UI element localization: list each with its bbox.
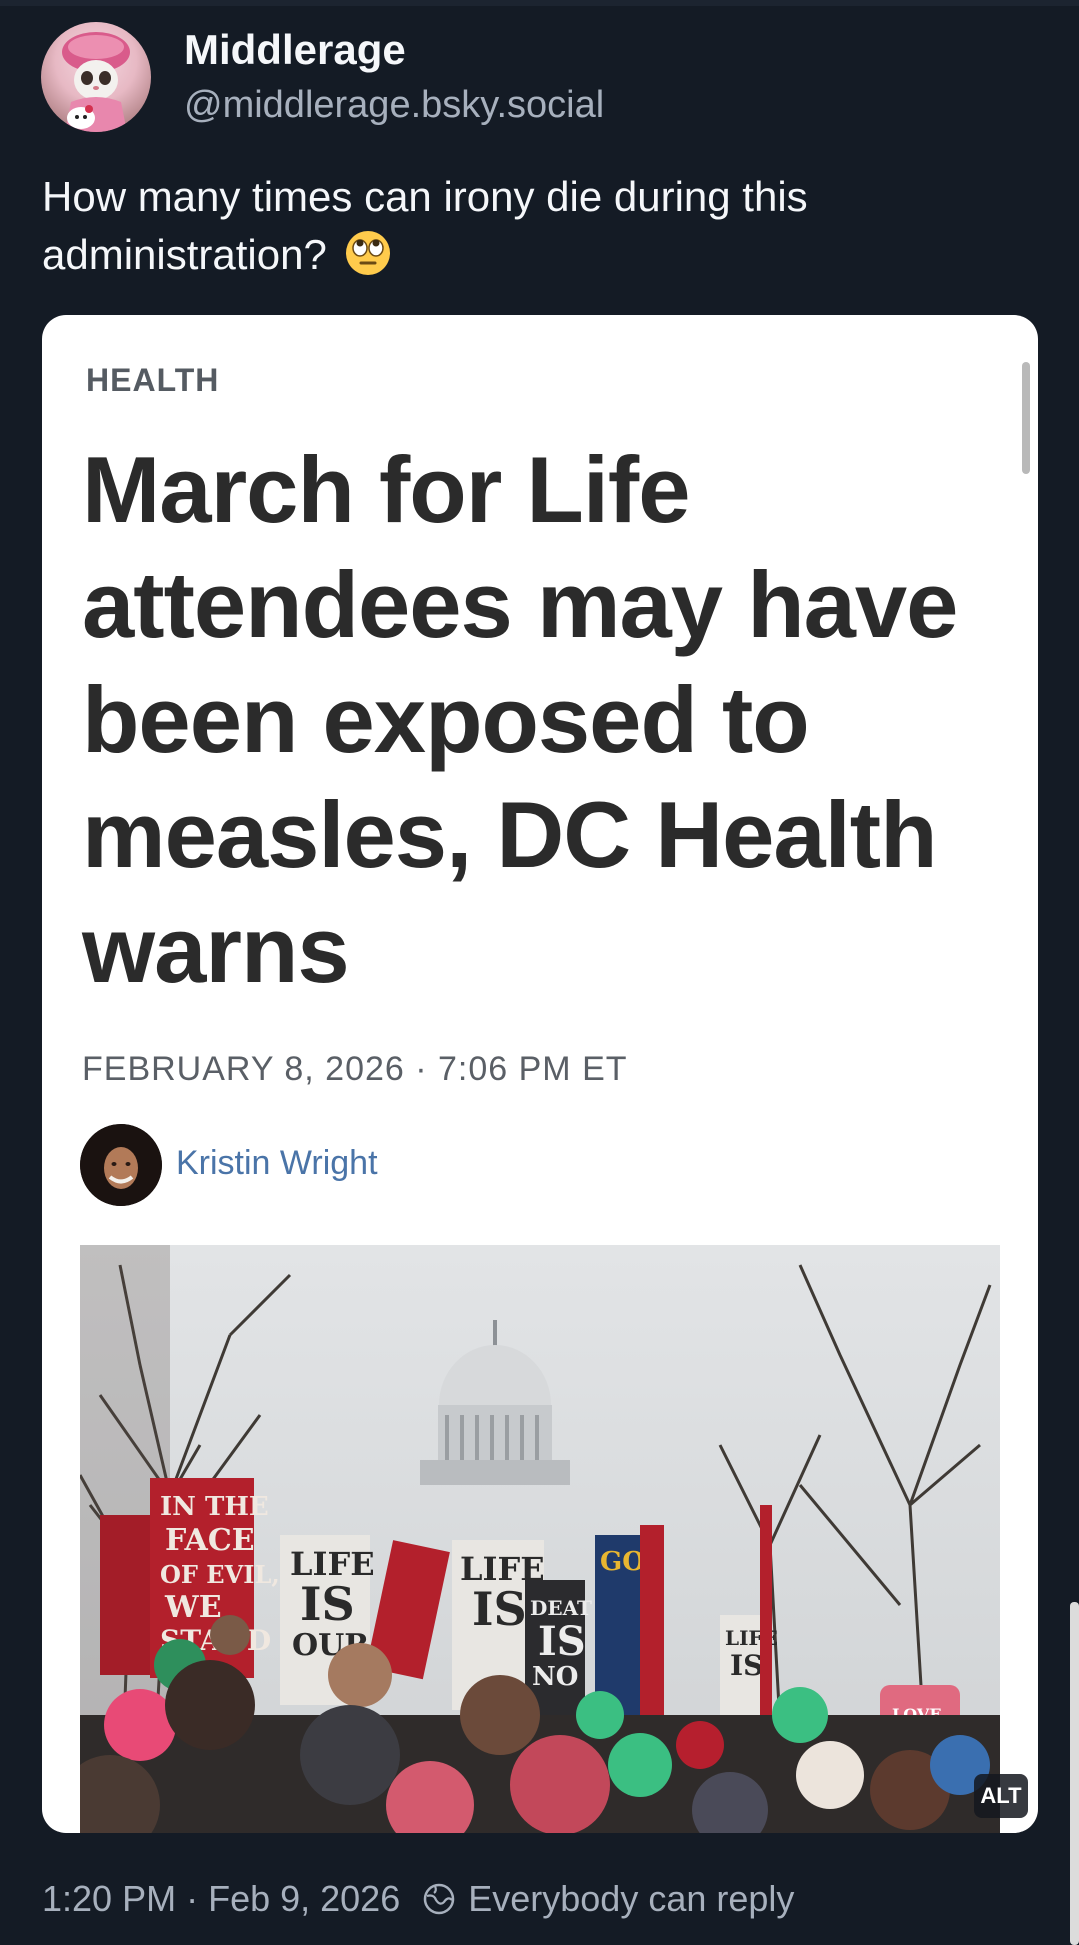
svg-text:FACE: FACE	[165, 1523, 255, 1558]
eye-roll-emoji-icon	[346, 231, 391, 275]
cat-avatar-illustration	[62, 32, 130, 132]
svg-text:WE: WE	[164, 1590, 222, 1625]
post-text: How many times can irony die during this…	[42, 168, 1032, 284]
article-kicker: HEALTH	[86, 362, 220, 398]
article-headline: March for Life attendees may have been e…	[82, 437, 958, 1002]
author-name-link[interactable]: Kristin Wright	[176, 1144, 378, 1183]
footer-separator: ·	[186, 1878, 199, 1919]
svg-text:NO: NO	[532, 1662, 578, 1692]
reply-setting[interactable]: Everybody can reply	[468, 1878, 794, 1920]
top-divider	[0, 0, 1079, 6]
march-crowd-photo: IN THE FACE OF EVIL, WE STAND LIFE IS OU…	[80, 1245, 1000, 1833]
svg-text:IN THE: IN THE	[160, 1492, 269, 1522]
author-portrait	[80, 1124, 162, 1206]
alt-text-button[interactable]: ALT	[974, 1774, 1028, 1818]
author-avatar	[80, 1124, 162, 1206]
post-time: 1:20 PM	[42, 1878, 177, 1919]
post-date: Feb 9, 2026	[208, 1878, 401, 1919]
article-dateline: FEBRUARY 8, 2026 · 7:06 PM ET	[82, 1050, 628, 1088]
svg-text:IS: IS	[472, 1582, 527, 1636]
svg-text:IS: IS	[538, 1618, 586, 1665]
avatar[interactable]	[41, 22, 151, 132]
display-name[interactable]: Middlerage	[184, 26, 406, 74]
svg-text:OF EVIL,: OF EVIL,	[160, 1560, 280, 1589]
svg-text:DEAT: DEAT	[530, 1596, 592, 1620]
card-scrollbar[interactable]	[1022, 362, 1030, 474]
globe-icon	[423, 1883, 455, 1915]
svg-text:IS: IS	[300, 1577, 355, 1631]
svg-text:IS: IS	[730, 1649, 763, 1682]
post-footer: 1:20 PM · Feb 9, 2026 Everybody can repl…	[42, 1878, 794, 1920]
article-photo[interactable]: IN THE FACE OF EVIL, WE STAND LIFE IS OU…	[80, 1245, 1000, 1833]
page-scrollbar[interactable]	[1070, 1602, 1079, 1945]
svg-text:GO: GO	[600, 1547, 645, 1577]
user-handle[interactable]: @middlerage.bsky.social	[184, 84, 604, 127]
post-text-content: How many times can irony die during this…	[42, 173, 808, 278]
